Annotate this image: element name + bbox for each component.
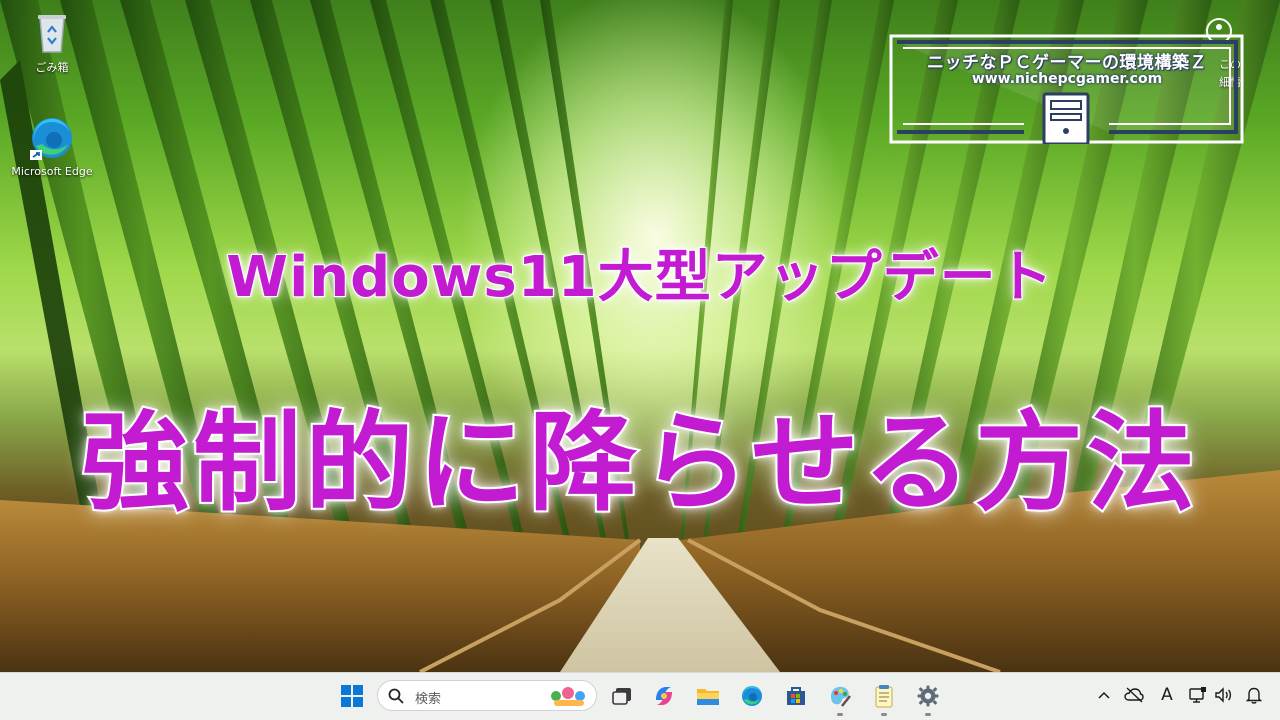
chevron-up-icon	[1098, 691, 1110, 699]
store-icon	[787, 687, 805, 705]
running-indicator	[837, 713, 843, 716]
file-explorer-button[interactable]	[690, 678, 726, 714]
start-icon	[341, 685, 363, 707]
site-logo: ニッチなＰＣゲーマーの環境構築Ｚ www.nichepcgamer.com	[889, 34, 1244, 146]
recycle-bin-icon	[28, 8, 76, 56]
thumbnail-title: 強制的に降らせる方法	[79, 399, 1199, 528]
taskbar	[0, 672, 1280, 720]
logo-title: ニッチなＰＣゲーマーの環境構築Ｚ	[927, 53, 1207, 73]
search-highlight-icon	[551, 687, 585, 706]
copilot-icon	[656, 687, 672, 705]
edge-icon	[28, 114, 76, 162]
running-indicator	[925, 713, 931, 716]
settings-button[interactable]	[910, 678, 946, 716]
desktop-icon-edge[interactable]: Microsoft Edge	[7, 114, 97, 178]
network-icon	[1189, 687, 1206, 703]
bell-icon	[1246, 687, 1262, 704]
volume-button[interactable]	[1214, 684, 1234, 706]
desktop-icon-recycle-bin[interactable]: ごみ箱	[7, 8, 97, 75]
search-icon	[388, 688, 404, 704]
start-button[interactable]	[334, 678, 370, 714]
desktop-icon-label: Microsoft Edge	[11, 165, 93, 178]
onedrive-button[interactable]	[1124, 684, 1144, 706]
edge-icon	[742, 686, 762, 706]
task-view-icon	[612, 688, 631, 705]
notifications-button[interactable]	[1244, 684, 1264, 706]
file-explorer-icon	[697, 689, 719, 705]
volume-icon	[1215, 687, 1232, 703]
notepad-button[interactable]	[866, 678, 902, 716]
paint-icon	[831, 686, 851, 707]
cloud-offline-icon	[1124, 687, 1144, 703]
copilot-button[interactable]	[646, 678, 682, 714]
taskbar-search-box[interactable]: 検索	[377, 680, 597, 711]
search-placeholder: 検索	[415, 692, 442, 707]
logo-url: www.nichepcgamer.com	[971, 71, 1163, 87]
edge-taskbar-button[interactable]	[734, 678, 770, 714]
ime-indicator[interactable]: A	[1157, 684, 1177, 706]
show-hidden-icons-button[interactable]	[1094, 684, 1114, 706]
running-indicator	[881, 713, 887, 716]
task-view-button[interactable]	[604, 678, 640, 714]
thumbnail-subtitle: Windows11大型アップデート	[225, 244, 1054, 311]
network-button[interactable]	[1188, 684, 1208, 706]
paint-button[interactable]	[822, 678, 858, 716]
settings-icon	[917, 685, 939, 707]
store-button[interactable]	[778, 678, 814, 714]
notepad-icon	[875, 685, 893, 708]
desktop-icon-label: ごみ箱	[35, 61, 69, 74]
